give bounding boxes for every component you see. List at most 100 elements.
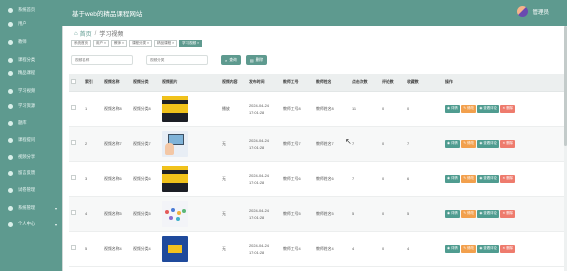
- select-all-cell[interactable]: [69, 74, 83, 92]
- edit-button[interactable]: ✎ 修改: [461, 174, 476, 183]
- paper-icon: [8, 187, 13, 193]
- view-comments-button[interactable]: ◉ 查看评论: [477, 244, 499, 253]
- sidebar-item-share[interactable]: 视频分享: [0, 150, 62, 164]
- search-button[interactable]: ⌕ 查询: [221, 55, 241, 65]
- cell-teacher-no: 教师工号6: [281, 161, 314, 197]
- table-row: 4 视频名称5 视频分类5 无 2024-04-24 17:01:28 教师工号…: [69, 196, 564, 232]
- sidebar-item-user[interactable]: 用户: [0, 17, 62, 31]
- user-name[interactable]: 管理员: [532, 8, 549, 16]
- row-delete-button[interactable]: ✕ 删除: [500, 139, 516, 148]
- edit-icon: ✎: [463, 141, 467, 145]
- breadcrumb: ⌂ 首页 / 学习视频: [74, 29, 123, 39]
- cell-teacher-name: 教师姓名5: [314, 196, 350, 232]
- row-select-cell[interactable]: [69, 161, 83, 197]
- dot-shape: [171, 207, 175, 212]
- cell-clicks: 11: [350, 91, 380, 127]
- cell-index: 4: [83, 196, 102, 232]
- row-checkbox[interactable]: [71, 175, 76, 180]
- delete-button[interactable]: ▤ 删除: [245, 55, 268, 65]
- detail-button[interactable]: ◉ 详情: [445, 209, 460, 218]
- tag-video[interactable]: 学习视频 ×: [179, 40, 203, 47]
- cell-video-category: 视频分类4: [131, 231, 160, 267]
- detail-button[interactable]: ◉ 详情: [445, 174, 460, 183]
- tag-course[interactable]: 精品课程 ×: [154, 40, 178, 47]
- select-all-checkbox[interactable]: [71, 79, 76, 85]
- row-select-cell[interactable]: [69, 91, 83, 127]
- row-select-cell[interactable]: [69, 196, 83, 232]
- sidebar-item-paper[interactable]: 试卷管理: [0, 183, 62, 197]
- sidebar-item-message[interactable]: 留言反馈: [0, 166, 62, 180]
- trash-icon: ✕: [502, 211, 506, 215]
- row-checkbox[interactable]: [71, 245, 76, 250]
- column-header: 收藏数: [405, 74, 443, 92]
- question-icon: [8, 137, 13, 143]
- sidebar-item-label: 视频分享: [18, 154, 36, 159]
- view-comments-button[interactable]: ◉ 查看评论: [477, 139, 499, 148]
- sidebar-item-label: 学习资源: [18, 103, 36, 108]
- tag-home[interactable]: 系统首页: [71, 40, 91, 47]
- tag-teacher[interactable]: 教师 ×: [111, 40, 128, 47]
- sidebar-item-resource[interactable]: 学习资源: [0, 99, 62, 113]
- edit-button[interactable]: ✎ 修改: [461, 244, 476, 253]
- view-comments-button[interactable]: ◉ 查看评论: [477, 209, 499, 218]
- row-delete-button[interactable]: ✕ 删除: [500, 104, 516, 113]
- cell-teacher-no: 教师工号7: [281, 126, 314, 162]
- row-checkbox[interactable]: [71, 210, 76, 215]
- tag-category[interactable]: 课程分类 ×: [129, 40, 153, 47]
- avatar[interactable]: [517, 6, 529, 17]
- cell-video-image: [160, 91, 220, 127]
- app-title: 基于web的精品课程网站: [72, 11, 143, 18]
- detail-button[interactable]: ◉ 详情: [445, 104, 460, 113]
- cover-band: [162, 165, 188, 170]
- tag-user[interactable]: 用户 ×: [93, 40, 110, 47]
- sidebar-item-course[interactable]: 精品课程: [0, 66, 62, 80]
- cell-actions: ◉ 详情 ✎ 修改 ◉ 查看评论 ✕ 删除: [443, 196, 564, 232]
- row-delete-button[interactable]: ✕ 删除: [500, 209, 516, 218]
- video-category-input[interactable]: [146, 55, 208, 65]
- cell-video-content[interactable]: 播放: [220, 91, 247, 127]
- sidebar-item-teacher[interactable]: 教师: [0, 35, 62, 49]
- view-comments-button-label: 查看评论: [483, 176, 497, 180]
- column-header: 教师工号: [281, 74, 314, 92]
- cell-actions: ◉ 详情 ✎ 修改 ◉ 查看评论 ✕ 删除: [443, 126, 564, 162]
- edit-button[interactable]: ✎ 修改: [461, 139, 476, 148]
- sidebar-item-question[interactable]: 课程提问: [0, 133, 62, 147]
- breadcrumb-home[interactable]: 首页: [80, 29, 92, 38]
- row-select-cell[interactable]: [69, 126, 83, 162]
- row-delete-button[interactable]: ✕ 删除: [500, 244, 516, 253]
- edit-button[interactable]: ✎ 修改: [461, 209, 476, 218]
- course-icon: [8, 70, 13, 76]
- cover-band: [162, 173, 188, 183]
- dot-shape: [176, 216, 180, 221]
- cell-teacher-name: 教师姓名6: [314, 161, 350, 197]
- dot-shape: [169, 215, 173, 220]
- edit-button-label: 修改: [467, 246, 474, 250]
- table-row: 3 视频名称6 视频分类6 无 2024-04-24 17:01:28 教师工号…: [69, 161, 564, 197]
- row-select-cell[interactable]: [69, 231, 83, 267]
- sidebar-item-video[interactable]: 学习视频: [0, 84, 62, 98]
- column-header: 点击次数: [350, 74, 380, 92]
- cell-video-name: 视频名称6: [102, 161, 131, 197]
- video-name-input[interactable]: [71, 55, 133, 65]
- edit-button[interactable]: ✎ 修改: [461, 104, 476, 113]
- cover-band: [162, 103, 188, 113]
- eye-icon: ◉: [447, 141, 450, 145]
- detail-button[interactable]: ◉ 详情: [445, 139, 460, 148]
- sidebar-item-home[interactable]: 系统首页: [0, 3, 62, 17]
- sidebar-item-category[interactable]: 课程分类: [0, 53, 62, 67]
- row-delete-button[interactable]: ✕ 删除: [500, 174, 516, 183]
- cell-comments: 0: [380, 231, 405, 267]
- cover-band: [162, 95, 188, 100]
- row-checkbox[interactable]: [71, 140, 76, 145]
- sidebar-item-person[interactable]: 个人中心 ▾: [0, 217, 62, 231]
- view-comments-button[interactable]: ◉ 查看评论: [477, 104, 499, 113]
- view-comments-button[interactable]: ◉ 查看评论: [477, 174, 499, 183]
- detail-button[interactable]: ◉ 详情: [445, 244, 460, 253]
- cell-favorites: 0: [405, 91, 443, 127]
- table-row: 2 视频名称7 视频分类7 无 2024-04-24 17:01:28 教师工号…: [69, 126, 564, 162]
- user-menu[interactable]: 管理员: [517, 6, 549, 17]
- sidebar-item-question-bank[interactable]: 题库: [0, 116, 62, 130]
- edit-button-label: 修改: [467, 176, 474, 180]
- row-checkbox[interactable]: [71, 105, 76, 110]
- sidebar-item-system[interactable]: 系统管理 ▾: [0, 201, 62, 215]
